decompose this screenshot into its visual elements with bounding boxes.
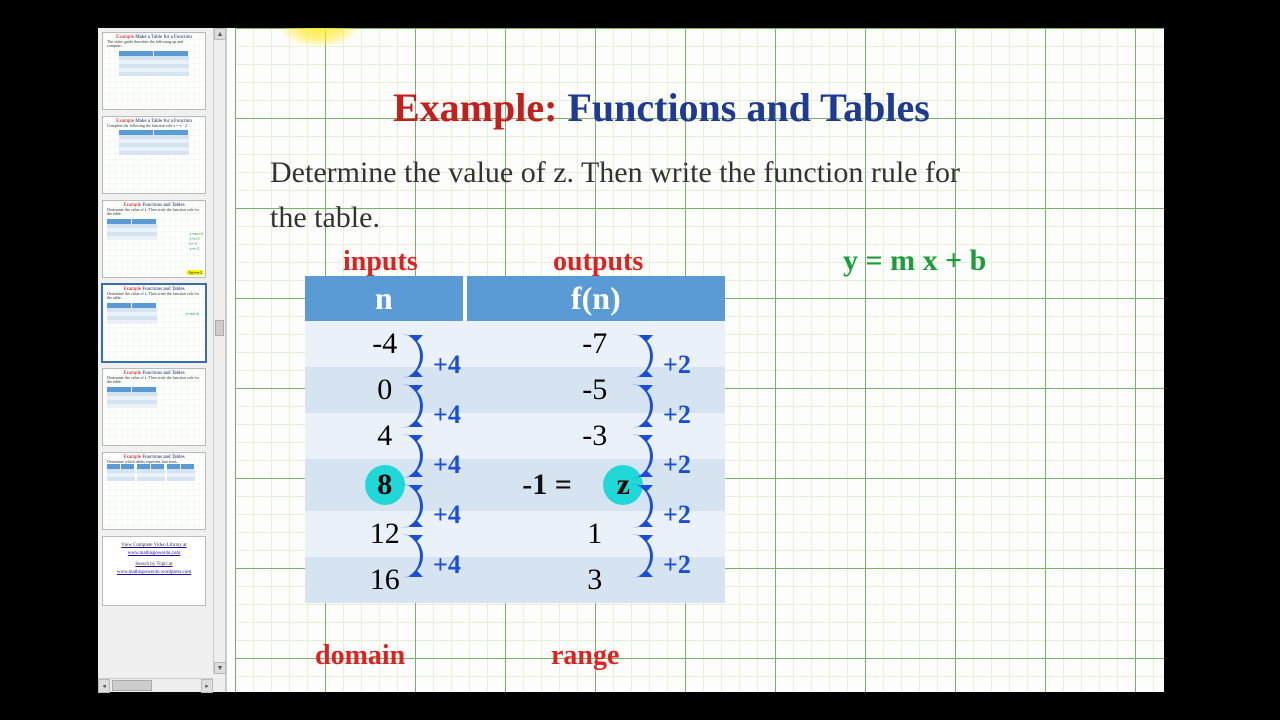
annotation-inputs: inputs [343, 246, 418, 278]
slide-thumb-2[interactable]: Example Make a Table for a Function Comp… [102, 116, 206, 194]
scroll-up-button[interactable]: ▲ [214, 28, 226, 40]
table-row: 121 [305, 511, 725, 557]
scroll-handle-v[interactable] [215, 320, 224, 336]
slide-title: Example: Functions and Tables [393, 84, 930, 131]
title-example: Example: [393, 85, 557, 130]
scroll-right-button[interactable]: ▸ [201, 679, 213, 693]
diff-fn: +2 [663, 500, 691, 530]
footer-link-2[interactable]: www.mathispower4u.wordpress.com [117, 570, 191, 575]
table-row: 4-3 [305, 413, 725, 459]
annotation-equation: y = m x + b [843, 244, 986, 278]
table-row: 8 -1 = z [305, 459, 725, 511]
slide-prompt: Determine the value of z. Then write the… [270, 150, 990, 240]
table-row: -4-7 [305, 321, 725, 367]
main-slide-area: Example: Functions and Tables Determine … [226, 28, 1164, 692]
footer-link-1[interactable]: www.mathispower4u.com [128, 551, 180, 556]
slide-thumb-4[interactable]: Example Functions and Tables Determine t… [102, 284, 206, 362]
annotation-outputs: outputs [553, 246, 643, 278]
sidebar-scrollbar-horizontal[interactable]: ◂ ▸ [98, 678, 213, 692]
scrollbar-corner [213, 678, 225, 692]
highlight-marker [279, 28, 359, 48]
annotation-domain: domain [315, 640, 405, 672]
col-header-n: n [305, 276, 465, 321]
footer-label-2: Search by Topic at [103, 562, 205, 567]
diff-fn: +2 [663, 400, 691, 430]
diff-n: +4 [433, 500, 461, 530]
slide-canvas: Example: Functions and Tables Determine … [235, 28, 1164, 692]
diff-n: +4 [433, 350, 461, 380]
table-row: 163 [305, 557, 725, 603]
diff-fn: +2 [663, 550, 691, 580]
app-window: Example Make a Table for a Function The … [98, 28, 1164, 692]
diff-fn: +2 [663, 350, 691, 380]
annotation-range: range [551, 640, 619, 672]
slide-thumb-6[interactable]: Example Functions and Tables Determine w… [102, 452, 206, 530]
thumbnail-sidebar: Example Make a Table for a Function The … [98, 28, 226, 692]
slide-thumb-footer[interactable]: View Complete Video Library at www.mathi… [102, 536, 206, 606]
scroll-down-button[interactable]: ▼ [214, 662, 226, 674]
slide-thumb-3[interactable]: Example Functions and Tables Determine t… [102, 200, 206, 278]
diff-n: +4 [433, 400, 461, 430]
thumbnail-list: Example Make a Table for a Function The … [98, 28, 218, 674]
diff-n: +4 [433, 450, 461, 480]
diff-fn: +2 [663, 450, 691, 480]
diff-n: +4 [433, 550, 461, 580]
slide-thumb-1[interactable]: Example Make a Table for a Function The … [102, 32, 206, 110]
title-topic: Functions and Tables [567, 85, 929, 130]
function-table: n f(n) -4-7 0-5 4-3 8 -1 = z 121 1 [305, 276, 725, 603]
scroll-handle-h[interactable] [112, 680, 152, 691]
sidebar-scrollbar-vertical[interactable]: ▲ ▼ [213, 28, 225, 674]
annotation-z-equals: -1 = [522, 468, 572, 501]
col-header-fn: f(n) [465, 276, 725, 321]
scroll-left-button[interactable]: ◂ [98, 679, 110, 693]
slide-thumb-5[interactable]: Example Functions and Tables Determine t… [102, 368, 206, 446]
footer-label-1: View Complete Video Library at [103, 543, 205, 548]
table-row: 0-5 [305, 367, 725, 413]
